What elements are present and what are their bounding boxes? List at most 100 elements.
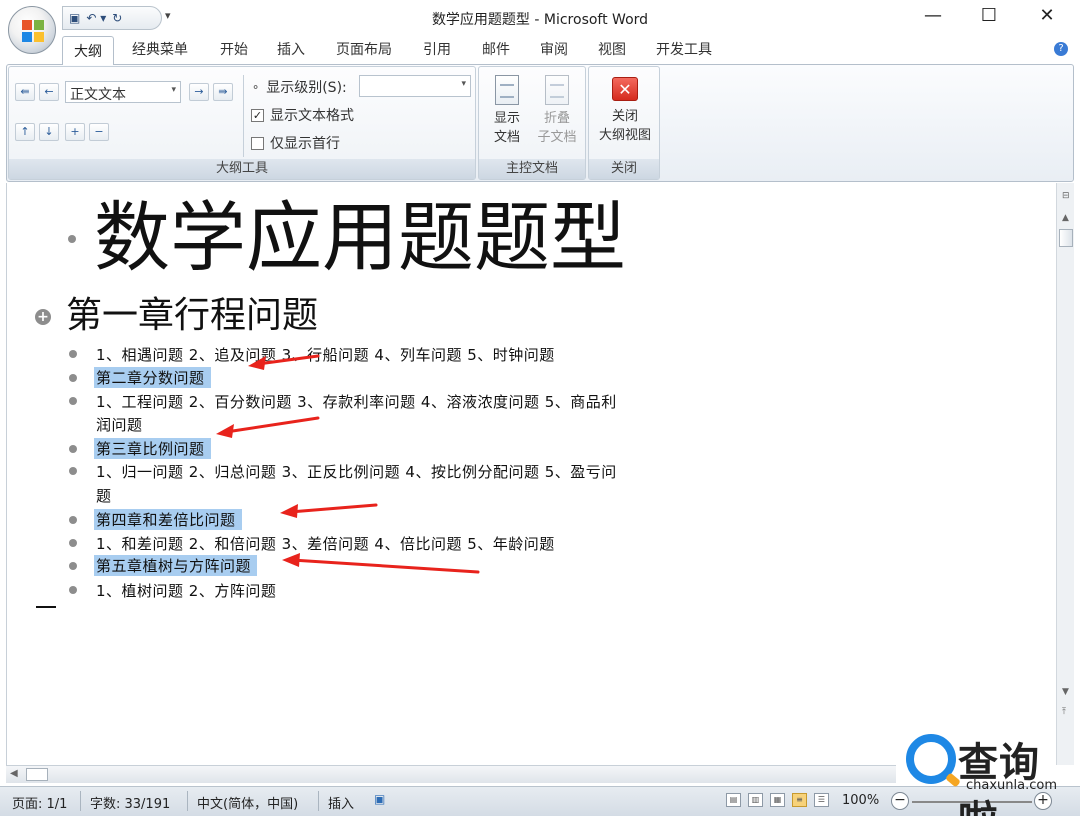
- tab-references[interactable]: 引用: [423, 39, 451, 59]
- tab-classic-menu[interactable]: 经典菜单: [132, 39, 188, 59]
- tab-review[interactable]: 审阅: [540, 39, 568, 59]
- office-logo-icon: [22, 20, 44, 42]
- group-close: ✕ 关闭 大纲视图 关闭: [588, 66, 660, 180]
- help-icon[interactable]: ?: [1054, 42, 1068, 56]
- expand-plus-icon[interactable]: +: [35, 309, 51, 325]
- chapter-2-heading: 第二章分数问题: [94, 367, 211, 388]
- scroll-thumb[interactable]: [1059, 229, 1073, 247]
- divider: [243, 75, 244, 157]
- watermark-url: chaxunla.com: [966, 778, 1057, 793]
- show-first-line-checkbox[interactable]: 仅显示首行: [251, 133, 340, 153]
- maximize-button[interactable]: ☐: [966, 4, 1012, 28]
- demote-icon[interactable]: →: [189, 83, 209, 101]
- group-label-master-document: 主控文档: [479, 159, 585, 179]
- outline-bullet[interactable]: [69, 516, 77, 524]
- show-level-label: 显示级别(S):: [266, 80, 347, 96]
- horizontal-scrollbar[interactable]: ◀: [6, 765, 896, 783]
- vertical-scrollbar[interactable]: ⊟ ▲ ▼ ⤒: [1056, 183, 1074, 765]
- close-outline-label-1: 关闭: [611, 109, 638, 124]
- checkbox-checked-icon[interactable]: ✓: [251, 108, 264, 122]
- draft-view-icon[interactable]: ☰: [814, 793, 829, 807]
- outline-bullet[interactable]: [69, 539, 77, 547]
- collapse-icon[interactable]: −: [89, 123, 109, 141]
- chapter-4-heading: 第四章和差倍比问题: [94, 509, 242, 530]
- collapse-sub-label-2: 子文档: [537, 130, 577, 145]
- outline-bullet[interactable]: [69, 374, 77, 382]
- group-outline-tools: ⇚ ← 正文文本 ▾ → ⇛ ↑ ↓ + − ⚬ 显示级别(S): ▾ ✓ 显示…: [8, 66, 476, 180]
- show-document-label-1: 显示: [493, 111, 520, 126]
- outline-bullet[interactable]: [69, 350, 77, 358]
- promote-to-heading1-icon[interactable]: ⇚: [15, 83, 35, 101]
- tab-page-layout[interactable]: 页面布局: [336, 39, 392, 59]
- chevron-down-icon: ▾: [461, 79, 466, 89]
- tab-view[interactable]: 视图: [598, 39, 626, 59]
- scroll-left-icon[interactable]: ◀: [10, 768, 18, 779]
- ribbon-tabs: 大纲 经典菜单 开始 插入 页面布局 引用 邮件 审阅 视图 开发工具 ?: [0, 36, 1080, 65]
- horizontal-scroll-thumb[interactable]: [26, 768, 48, 781]
- outline-item-5: 1、植树问题 2、方阵问题: [96, 582, 277, 600]
- chapter-3-heading: 第三章比例问题: [94, 438, 211, 459]
- move-up-icon[interactable]: ↑: [15, 123, 35, 141]
- split-icon[interactable]: ⊟: [1062, 191, 1070, 201]
- chapter-heading: 第一章行程问题: [66, 295, 319, 336]
- collapse-subdocuments-button[interactable]: 折叠 子文档: [533, 75, 581, 147]
- document-title: 数学应用题题型: [94, 193, 626, 282]
- outline-item-2: 1、工程问题 2、百分数问题 3、存款利率问题 4、溶液浓度问题 5、商品利: [96, 393, 617, 411]
- outline-bullet[interactable]: [69, 467, 77, 475]
- tab-insert[interactable]: 插入: [277, 39, 305, 59]
- page-count[interactable]: 页面: 1/1: [12, 793, 67, 812]
- office-button[interactable]: [8, 6, 56, 54]
- subdocument-icon: [545, 75, 569, 105]
- show-document-button[interactable]: 显示 文档: [487, 75, 527, 147]
- demote-to-body-icon[interactable]: ⇛: [213, 83, 233, 101]
- scroll-up-icon[interactable]: ▲: [1062, 213, 1069, 223]
- close-button[interactable]: ✕: [1024, 4, 1070, 28]
- group-label-outline-tools: 大纲工具: [9, 159, 475, 179]
- tab-mailings[interactable]: 邮件: [482, 39, 510, 59]
- show-first-line-label: 仅显示首行: [270, 136, 340, 152]
- checkbox-unchecked-icon[interactable]: [251, 136, 264, 150]
- outline-level-combo[interactable]: 正文文本 ▾: [65, 81, 181, 103]
- reading-view-icon[interactable]: ▥: [748, 793, 763, 807]
- language-indicator[interactable]: 中文(简体，中国): [197, 793, 298, 812]
- close-outline-icon: ✕: [612, 77, 638, 101]
- watermark-brand: 查询啦: [958, 740, 1040, 816]
- outline-bullet[interactable]: [68, 235, 76, 243]
- minimize-button[interactable]: —: [910, 4, 956, 28]
- outline-bullet[interactable]: [69, 397, 77, 405]
- show-text-format-checkbox[interactable]: ✓ 显示文本格式: [251, 105, 354, 125]
- show-level-combo[interactable]: ▾: [359, 75, 471, 97]
- zoom-level[interactable]: 100%: [842, 793, 879, 808]
- ribbon: ⇚ ← 正文文本 ▾ → ⇛ ↑ ↓ + − ⚬ 显示级别(S): ▾ ✓ 显示…: [6, 64, 1074, 182]
- insert-mode-indicator[interactable]: 插入: [328, 793, 354, 812]
- expand-icon[interactable]: +: [65, 123, 85, 141]
- close-outline-label-2: 大纲视图: [598, 128, 651, 143]
- watermark-logo-icon: [906, 734, 956, 784]
- show-document-label-2: 文档: [493, 130, 520, 145]
- word-count[interactable]: 字数: 33/191: [90, 793, 170, 812]
- tab-outline[interactable]: 大纲: [62, 36, 114, 65]
- outline-bullet[interactable]: [69, 445, 77, 453]
- scroll-down-icon[interactable]: ▼: [1062, 687, 1069, 697]
- tab-developer[interactable]: 开发工具: [656, 39, 712, 59]
- outline-view-icon[interactable]: ≡: [792, 793, 807, 807]
- collapse-sub-label-1: 折叠: [543, 111, 570, 126]
- outline-item-1: 1、相遇问题 2、追及问题 3、行船问题 4、列车问题 5、时钟问题: [96, 346, 555, 364]
- outline-bullet[interactable]: [69, 562, 77, 570]
- web-layout-view-icon[interactable]: ▦: [770, 793, 785, 807]
- tab-home[interactable]: 开始: [220, 39, 248, 59]
- outline-bullet[interactable]: [69, 586, 77, 594]
- close-outline-view-button[interactable]: ✕ 关闭 大纲视图: [593, 77, 657, 145]
- outline-item-4: 1、和差问题 2、和倍问题 3、差倍问题 4、倍比问题 5、年龄问题: [96, 535, 555, 553]
- print-layout-view-icon[interactable]: ▤: [726, 793, 741, 807]
- chapter-5-heading: 第五章植树与方阵问题: [94, 555, 258, 576]
- previous-page-icon[interactable]: ⤒: [1062, 707, 1066, 717]
- promote-icon[interactable]: ←: [39, 83, 59, 101]
- outline-item-3: 1、归一问题 2、归总问题 3、正反比例问题 4、按比例分配问题 5、盈亏问: [96, 463, 617, 481]
- move-down-icon[interactable]: ↓: [39, 123, 59, 141]
- macro-record-icon[interactable]: ▣: [374, 792, 385, 806]
- show-level-row: ⚬ 显示级别(S):: [251, 77, 347, 97]
- show-text-format-label: 显示文本格式: [270, 108, 354, 124]
- end-of-document-mark: [36, 606, 56, 608]
- title-bar: ▣ ↶ ▾ ↻ ▾ 数学应用题题型 - Microsoft Word — ☐ ✕: [0, 0, 1080, 54]
